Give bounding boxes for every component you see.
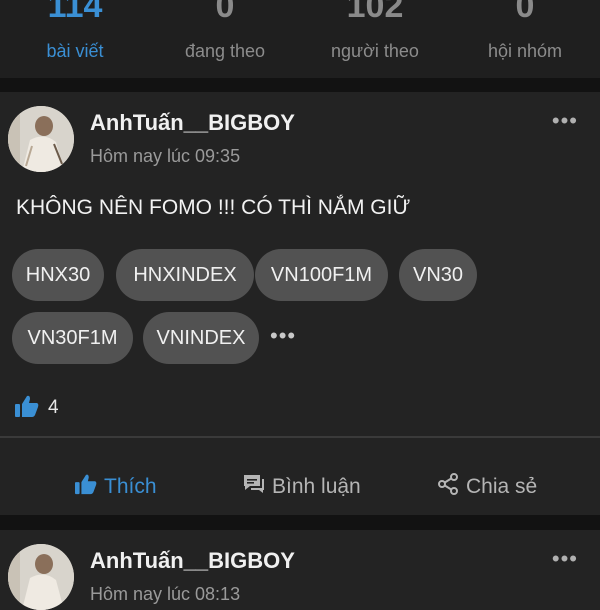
stat-followers-label: người theo [331,41,419,61]
avatar[interactable] [8,544,74,610]
tag-chip[interactable]: HNX30 [12,249,104,301]
post-actions: Thích Bình luận Chia sẻ [0,470,600,504]
like-button[interactable]: Thích [74,470,157,504]
profile-stats-bar: 114 bài viết 0 đang theo 102 người theo … [0,0,600,78]
stat-followers-value: 102 [346,0,404,25]
comment-button[interactable]: Bình luận [242,470,361,504]
more-icon[interactable]: ••• [552,546,578,572]
post-card: AnhTuấn__BIGBOY Hôm nay lúc 08:13 ••• [0,530,600,610]
share-label: Chia sẻ [466,475,538,498]
post-timestamp: Hôm nay lúc 09:35 [90,146,241,166]
more-icon[interactable]: ••• [552,108,578,134]
stat-followers[interactable]: 102 người theo [300,0,450,78]
comment-icon [242,473,272,501]
stat-following[interactable]: 0 đang theo [150,0,300,78]
tag-chip[interactable]: HNXINDEX [116,249,254,301]
tag-chip[interactable]: VNINDEX [143,312,259,364]
stat-posts[interactable]: 114 bài viết [0,0,150,78]
tag-chip[interactable]: VN30 [399,249,477,301]
post-text: KHÔNG NÊN FOMO !!! CÓ THÌ NẮM GIỮ [16,196,411,219]
author-name[interactable]: AnhTuấn__BIGBOY [90,109,295,137]
stat-groups[interactable]: 0 hội nhóm [450,0,600,78]
divider [0,436,600,438]
thumbs-up-icon [74,473,104,501]
more-tags-button[interactable]: ••• [270,312,296,364]
comment-label: Bình luận [272,475,361,498]
stat-following-label: đang theo [184,41,266,61]
stat-posts-label: bài viết [46,41,104,61]
share-button[interactable]: Chia sẻ [436,470,537,504]
stat-groups-label: hội nhóm [487,41,563,61]
stat-posts-value: 114 [47,0,103,25]
share-icon [436,472,466,502]
author-name[interactable]: AnhTuấn__BIGBOY [90,547,295,575]
avatar[interactable] [8,106,74,172]
tag-chip[interactable]: VN30F1M [12,312,133,364]
like-summary[interactable]: 4 [14,394,59,422]
thumbs-up-icon [14,394,40,423]
tag-chip[interactable]: VN100F1M [255,249,388,301]
post-timestamp: Hôm nay lúc 08:13 [90,584,241,604]
stat-following-value: 0 [215,0,235,25]
like-label: Thích [104,475,157,498]
like-count: 4 [48,397,59,418]
post-card: AnhTuấn__BIGBOY Hôm nay lúc 09:35 ••• KH… [0,92,600,515]
stat-groups-value: 0 [515,0,535,25]
